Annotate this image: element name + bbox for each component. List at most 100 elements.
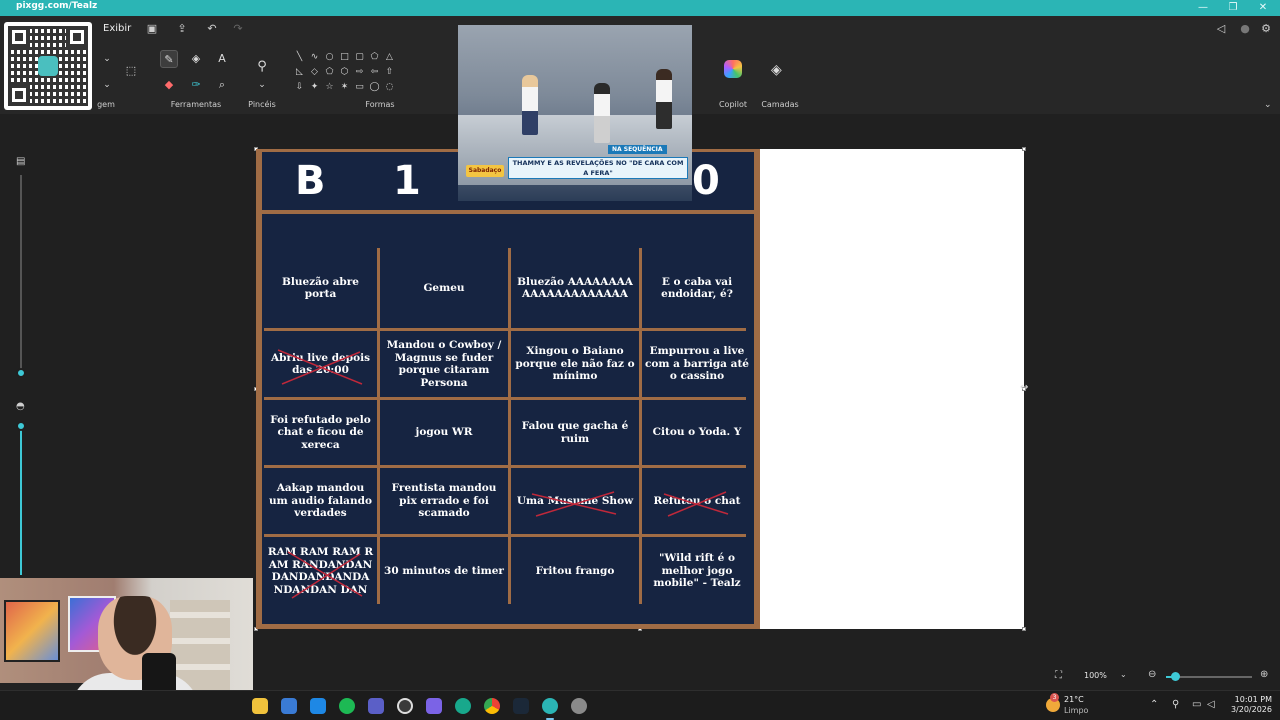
right-triangle-shape-icon[interactable]: ◺ <box>292 65 307 79</box>
maximize-button[interactable]: ❐ <box>1218 0 1248 16</box>
network-icon[interactable]: ▭ <box>1192 699 1201 710</box>
chevron-down-icon[interactable]: ⌄ <box>253 76 271 94</box>
zoom-in-icon[interactable]: ⊕ <box>1260 669 1268 680</box>
magnifier-icon[interactable]: ⌕ <box>213 76 231 94</box>
arrow-right-shape-icon[interactable]: ⇨ <box>352 65 367 79</box>
microphone-icon[interactable]: ⚲ <box>1172 699 1179 710</box>
file-explorer-icon[interactable] <box>252 698 268 714</box>
bingo-cell: Frentista mandou pix errado e foi scamad… <box>391 482 497 520</box>
close-button[interactable]: ✕ <box>1248 0 1278 16</box>
minimize-button[interactable]: — <box>1188 0 1218 16</box>
fill-icon[interactable]: ◈ <box>187 50 205 68</box>
settings-app-icon[interactable] <box>571 698 587 714</box>
text-icon[interactable]: A <box>213 50 231 68</box>
layers-icon[interactable]: ◈ <box>771 62 782 78</box>
star4-shape-icon[interactable]: ✦ <box>307 80 322 94</box>
system-clock[interactable]: 10:01 PM 3/20/2026 <box>1222 695 1272 715</box>
ribbon-collapse-icon[interactable]: ⌄ <box>1264 100 1272 110</box>
brush-size-slider-thumb[interactable] <box>16 368 26 378</box>
paint-app-icon[interactable] <box>542 698 558 714</box>
rectangle-shape-icon[interactable]: □ <box>337 50 352 64</box>
zoom-out-icon[interactable]: ⊖ <box>1148 669 1156 680</box>
star5-shape-icon[interactable]: ☆ <box>322 80 337 94</box>
undo-icon[interactable]: ↶ <box>204 22 220 35</box>
canvas-resize-handle[interactable] <box>1022 627 1026 631</box>
bingo-cell: 30 minutos de timer <box>384 564 504 577</box>
star6-shape-icon[interactable]: ✶ <box>337 80 352 94</box>
brush-size-icon: ▤ <box>16 156 26 167</box>
bingo-cell: Fritou frango <box>535 564 615 577</box>
bingo-cell: Refutou o chat <box>653 494 741 507</box>
hexagon-shape-icon[interactable]: ⬡ <box>337 65 352 79</box>
bingo-cell: Empurrou a live com a barriga até o cass… <box>645 345 749 383</box>
pencil-icon[interactable]: ✎ <box>160 50 178 68</box>
save-icon[interactable]: ▣ <box>144 22 160 35</box>
diamond-shape-icon[interactable]: ◇ <box>307 65 322 79</box>
store-icon[interactable] <box>281 698 297 714</box>
menu-exibir[interactable]: Exibir <box>103 23 131 34</box>
zoom-dropdown-icon[interactable]: ⌄ <box>1120 670 1127 679</box>
chevron-down-icon[interactable]: ⌄ <box>98 76 116 94</box>
video-ticker: THAMMY E AS REVELAÇÕES NO "DE CARA COM A… <box>508 157 688 179</box>
bingo-cell: Abriu live depois das 20:00 <box>271 351 370 377</box>
bingo-cell: RAM RAM RAM RAM RANDANDANDANDANDANDANDAN… <box>267 546 374 596</box>
zoom-level[interactable]: 100% <box>1084 671 1107 680</box>
bingo-cell: Aakap mandou um audio falando verdades <box>269 482 372 520</box>
volume-icon[interactable]: ◁ <box>1207 699 1215 710</box>
color-picker-icon[interactable]: ✑ <box>187 76 205 94</box>
group-label-copilot[interactable]: Copilot <box>714 100 752 109</box>
account-icon[interactable]: ● <box>1237 22 1253 35</box>
arrow-left-shape-icon[interactable]: ⇦ <box>367 65 382 79</box>
edge-icon[interactable] <box>310 698 326 714</box>
copilot-icon[interactable] <box>724 60 742 78</box>
weather-badge: 3 <box>1050 693 1059 702</box>
weather-description: Limpo <box>1064 706 1089 715</box>
oval-shape-icon[interactable]: ○ <box>322 50 337 64</box>
opacity-slider-thumb[interactable] <box>16 421 26 431</box>
obs-icon[interactable] <box>397 698 413 714</box>
triangle-shape-icon[interactable]: △ <box>382 50 397 64</box>
tv-show-logo: Sabadaço <box>466 165 504 177</box>
group-label-camadas[interactable]: Camadas <box>758 100 802 109</box>
curve-shape-icon[interactable]: ∿ <box>307 50 322 64</box>
video-badge: NA SEQUÊNCIA <box>608 145 667 154</box>
discord-icon[interactable] <box>368 698 384 714</box>
bingo-header-letter: B <box>295 158 326 204</box>
weather-temperature: 21°C <box>1064 695 1084 704</box>
polygon-shape-icon[interactable]: ⬠ <box>367 50 382 64</box>
redo-icon[interactable]: ↷ <box>230 22 246 35</box>
line-shape-icon[interactable]: ╲ <box>292 50 307 64</box>
brush-size-slider-track[interactable] <box>20 175 22 375</box>
arrow-down-shape-icon[interactable]: ⇩ <box>292 80 307 94</box>
opacity-slider-track[interactable] <box>20 425 22 575</box>
canvas-resize-handle[interactable] <box>1022 147 1026 151</box>
chrome-icon[interactable] <box>484 698 500 714</box>
bingo-cell: Gemeu <box>423 281 465 294</box>
share-icon[interactable]: ⇪ <box>174 22 190 35</box>
weather-widget[interactable]: 3 21°C Limpo <box>1046 693 1126 717</box>
callout-oval-shape-icon[interactable]: ◯ <box>367 80 382 94</box>
bingo-cell: jogou WR <box>415 426 473 439</box>
eraser-icon[interactable]: ◆ <box>160 76 178 94</box>
zoom-slider-thumb[interactable] <box>1171 672 1180 681</box>
gear-icon[interactable]: ⚙ <box>1258 22 1274 35</box>
callout-cloud-shape-icon[interactable]: ◌ <box>382 80 397 94</box>
bingo-cell: Citou o Yoda. Y <box>652 426 742 439</box>
brush-icon[interactable]: ⚲ <box>253 58 271 76</box>
megaphone-icon[interactable]: ◁ <box>1213 22 1229 35</box>
fit-to-window-icon[interactable]: ⛶ <box>1055 670 1062 681</box>
pentagon-shape-icon[interactable]: ⬠ <box>322 65 337 79</box>
rounded-rectangle-shape-icon[interactable]: ▢ <box>352 50 367 64</box>
app-icon[interactable] <box>455 698 471 714</box>
steam-icon[interactable] <box>513 698 529 714</box>
select-icon[interactable]: ⬚ <box>122 62 140 80</box>
arrow-up-shape-icon[interactable]: ⇧ <box>382 65 397 79</box>
shapes-gallery: ╲ ∿ ○ □ ▢ ⬠ △ ◺ ◇ ⬠ ⬡ ⇨ ⇦ ⇧ ⇩ ✦ ☆ ✶ ▭ ◯ … <box>292 50 402 94</box>
group-label-imagem: gem <box>97 100 115 109</box>
spotify-icon[interactable] <box>339 698 355 714</box>
chevron-down-icon[interactable]: ⌄ <box>98 50 116 68</box>
tray-overflow-icon[interactable]: ⌃ <box>1150 699 1158 710</box>
bingo-cell: "Wild rift é o melhor jogo mobile" - Tea… <box>653 552 741 590</box>
teams-icon[interactable] <box>426 698 442 714</box>
callout-rect-shape-icon[interactable]: ▭ <box>352 80 367 94</box>
